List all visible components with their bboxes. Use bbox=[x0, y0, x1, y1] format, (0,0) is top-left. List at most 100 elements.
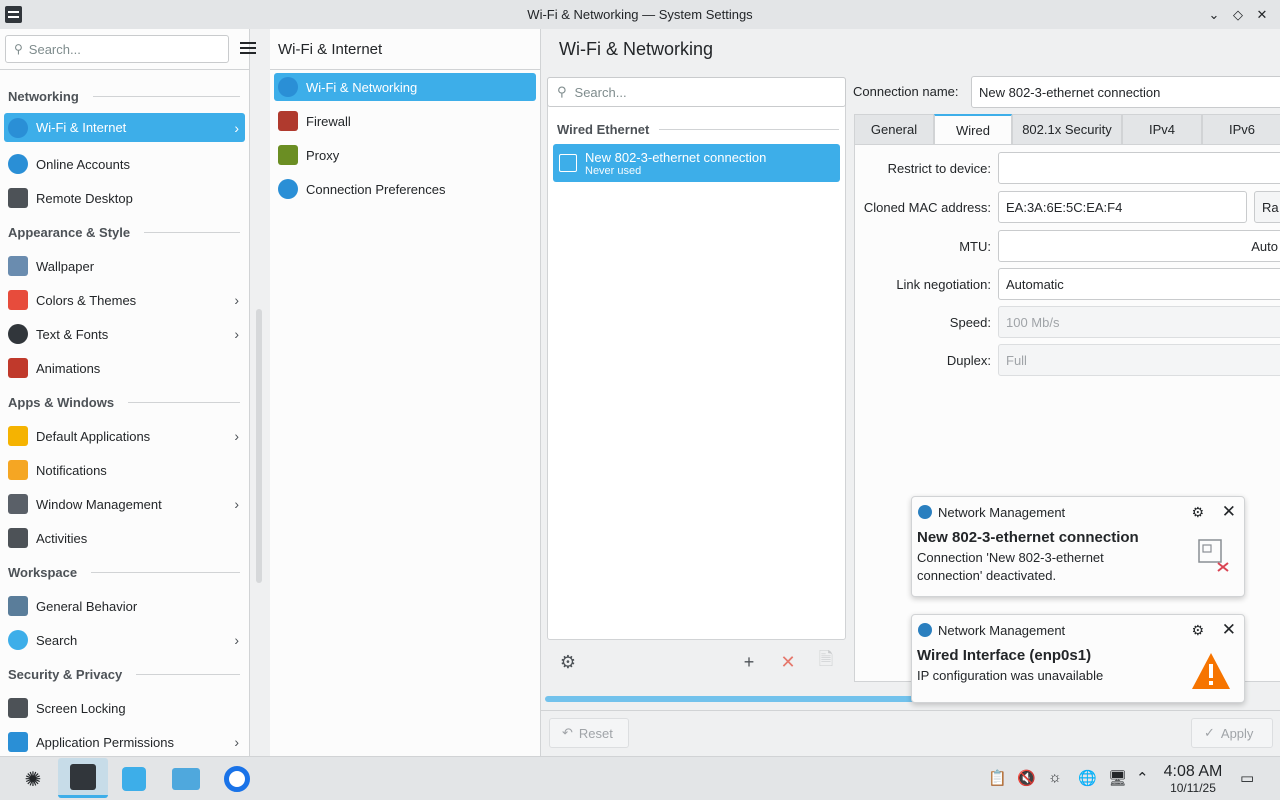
sidebar-item-window-management[interactable]: Window Management › bbox=[4, 487, 245, 521]
sidebar-item-remote-desktop[interactable]: Remote Desktop bbox=[4, 181, 245, 215]
close-icon[interactable]: ✕ bbox=[1222, 502, 1236, 522]
discover-icon bbox=[122, 767, 146, 791]
sidebar-item-label: Window Management bbox=[36, 496, 162, 512]
tab-ipv4[interactable]: IPv4 bbox=[1122, 114, 1202, 144]
close-window-button[interactable]: ✕ bbox=[1252, 5, 1272, 25]
notification-settings-icon[interactable]: ⚙ bbox=[1191, 622, 1204, 639]
subnav-item-wi-fi-networking[interactable]: Wi-Fi & Networking bbox=[274, 73, 536, 101]
brightness-icon[interactable]: ☼ bbox=[1048, 769, 1062, 786]
restrict-device-select[interactable] bbox=[998, 152, 1280, 184]
show-desktop-icon[interactable]: ▭ bbox=[1240, 769, 1254, 787]
sidebar-item-label: Activities bbox=[36, 530, 88, 546]
window-icon bbox=[8, 494, 28, 514]
clipboard-icon[interactable]: 📋 bbox=[988, 769, 1007, 787]
taskbar-system-settings[interactable] bbox=[58, 758, 108, 798]
search-icon bbox=[8, 630, 28, 650]
sidebar-item-wi-fi-internet[interactable]: Wi-Fi & Internet › bbox=[4, 113, 245, 142]
sidebar-item-label: Text & Fonts bbox=[36, 326, 109, 342]
sidebar-item-screen-locking[interactable]: Screen Locking bbox=[4, 691, 245, 725]
progress-bar bbox=[545, 696, 915, 702]
speed-label: Speed: bbox=[949, 314, 991, 330]
display-icon[interactable]: 🖥 bbox=[1108, 769, 1127, 787]
tray-expand-icon[interactable]: ⌃ bbox=[1136, 769, 1149, 787]
lock-screen-icon bbox=[8, 698, 28, 718]
sidebar-scrollbar[interactable] bbox=[256, 309, 262, 583]
notification-title: New 802-3-ethernet connection bbox=[917, 529, 1139, 546]
notification-settings-icon[interactable]: ⚙ bbox=[1191, 504, 1204, 521]
duplex-select[interactable]: Full bbox=[998, 344, 1280, 376]
notification-app-name: Network Management bbox=[938, 622, 1066, 638]
mtu-spinbox[interactable]: Auto bbox=[998, 230, 1280, 262]
apply-button[interactable]: ✓ Apply bbox=[1191, 718, 1273, 748]
sidebar-item-colors-themes[interactable]: Colors & Themes › bbox=[4, 283, 245, 317]
cloned-mac-field[interactable]: EA:3A:6E:5C:EA:F4 bbox=[998, 191, 1247, 223]
connection-list-toolbar: ⚙ + ✕ 🗎 bbox=[547, 641, 846, 683]
chevron-right-icon: › bbox=[234, 119, 239, 136]
add-connection-button[interactable]: + bbox=[738, 651, 760, 673]
remove-connection-button[interactable]: ✕ bbox=[777, 651, 799, 673]
taskbar-discover[interactable] bbox=[118, 763, 150, 795]
application-launcher-icon[interactable]: ✺ bbox=[17, 763, 49, 795]
connection-search-input[interactable]: ⚲ Search... bbox=[547, 77, 846, 107]
network-icon[interactable]: 🌐 bbox=[1078, 769, 1097, 787]
sidebar-item-notifications[interactable]: Notifications bbox=[4, 453, 245, 487]
maximize-button[interactable]: ◇ bbox=[1228, 5, 1248, 25]
tab-wired[interactable]: Wired bbox=[934, 114, 1012, 144]
divider bbox=[541, 710, 1280, 711]
link-negotiation-select[interactable]: Automatic bbox=[998, 268, 1280, 300]
globe-icon bbox=[278, 179, 298, 199]
sidebar-item-default-applications[interactable]: Default Applications › bbox=[4, 419, 245, 453]
sidebar-item-activities[interactable]: Activities bbox=[4, 521, 245, 555]
bell-icon bbox=[8, 460, 28, 480]
clock[interactable]: 4:08 AM 10/11/25 bbox=[1160, 763, 1226, 795]
tab-802-1x-security[interactable]: 802.1x Security bbox=[1012, 114, 1122, 144]
hamburger-menu-icon[interactable] bbox=[240, 42, 256, 54]
subnav-item-proxy[interactable]: Proxy bbox=[274, 141, 536, 169]
minimize-button[interactable]: ⌄ bbox=[1204, 5, 1224, 25]
sidebar-item-online-accounts[interactable]: Online Accounts bbox=[4, 147, 245, 181]
sidebar-section-header: Appearance & Style bbox=[0, 215, 250, 249]
link-negotiation-label: Link negotiation: bbox=[896, 276, 991, 292]
export-connection-button[interactable]: 🗎 bbox=[815, 649, 837, 673]
sidebar-item-label: Search bbox=[36, 632, 78, 648]
sidebar-item-general-behavior[interactable]: General Behavior bbox=[4, 589, 245, 623]
globe-icon bbox=[8, 117, 28, 138]
tab-ipv6[interactable]: IPv6 bbox=[1202, 114, 1280, 144]
sidebar-search-input[interactable]: ⚲ Search... bbox=[5, 35, 229, 63]
sidebar-item-text-fonts[interactable]: Text & Fonts › bbox=[4, 317, 245, 351]
system-settings-icon[interactable] bbox=[5, 6, 22, 23]
search-icon: ⚲ bbox=[14, 42, 23, 56]
proxy-icon bbox=[278, 145, 298, 165]
taskbar-browser[interactable] bbox=[221, 763, 253, 795]
tab-general[interactable]: General bbox=[854, 114, 934, 144]
notification-popup[interactable]: Network Management ⚙ ✕ Wired Interface (… bbox=[911, 614, 1245, 703]
sidebar-item-animations[interactable]: Animations bbox=[4, 351, 245, 385]
sidebar-item-wallpaper[interactable]: Wallpaper bbox=[4, 249, 245, 283]
sidebar-item-label: General Behavior bbox=[36, 598, 138, 614]
subnav-item-firewall[interactable]: Firewall bbox=[274, 107, 536, 135]
connection-name-label: Connection name: bbox=[853, 83, 959, 99]
sidebar-item-search[interactable]: Search › bbox=[4, 623, 245, 657]
taskbar: ✺ 📋 🔇 ☼ 🌐 🖥 ⌃ 4:08 AM 10/11/25 ▭ bbox=[0, 756, 1280, 800]
speed-select[interactable]: 100 Mb/s bbox=[998, 306, 1280, 338]
connection-name: New 802-3-ethernet connection bbox=[585, 149, 767, 165]
volume-muted-icon[interactable]: 🔇 bbox=[1017, 769, 1036, 787]
connection-name-field[interactable]: New 802-3-ethernet connection bbox=[971, 76, 1280, 108]
settings-tabs: General Wired 802.1x Security IPv4 IPv6 bbox=[854, 114, 1280, 146]
randomize-mac-button[interactable]: Ra bbox=[1254, 191, 1280, 223]
sidebar-item-label: Colors & Themes bbox=[36, 292, 137, 308]
subnav-item-connection-preferences[interactable]: Connection Preferences bbox=[274, 175, 536, 203]
restrict-device-label: Restrict to device: bbox=[887, 160, 991, 176]
chevron-right-icon: › bbox=[234, 326, 239, 342]
cloned-mac-label: Cloned MAC address: bbox=[863, 199, 991, 215]
sidebar-item-application-permissions[interactable]: Application Permissions › bbox=[4, 725, 245, 759]
taskbar-file-manager[interactable] bbox=[170, 763, 202, 795]
configure-icon[interactable]: ⚙ bbox=[557, 651, 579, 673]
reset-button[interactable]: ↶ Reset bbox=[549, 718, 629, 748]
notification-popup[interactable]: Network Management ⚙ ✕ New 802-3-etherne… bbox=[911, 496, 1245, 597]
connection-list: ⚲ Search... Wired Ethernet New 802-3-eth… bbox=[547, 77, 846, 640]
warning-icon bbox=[1192, 653, 1230, 689]
undo-icon: ↶ bbox=[562, 725, 573, 740]
connection-list-item[interactable]: New 802-3-ethernet connection Never used bbox=[553, 144, 840, 182]
close-icon[interactable]: ✕ bbox=[1222, 620, 1236, 640]
